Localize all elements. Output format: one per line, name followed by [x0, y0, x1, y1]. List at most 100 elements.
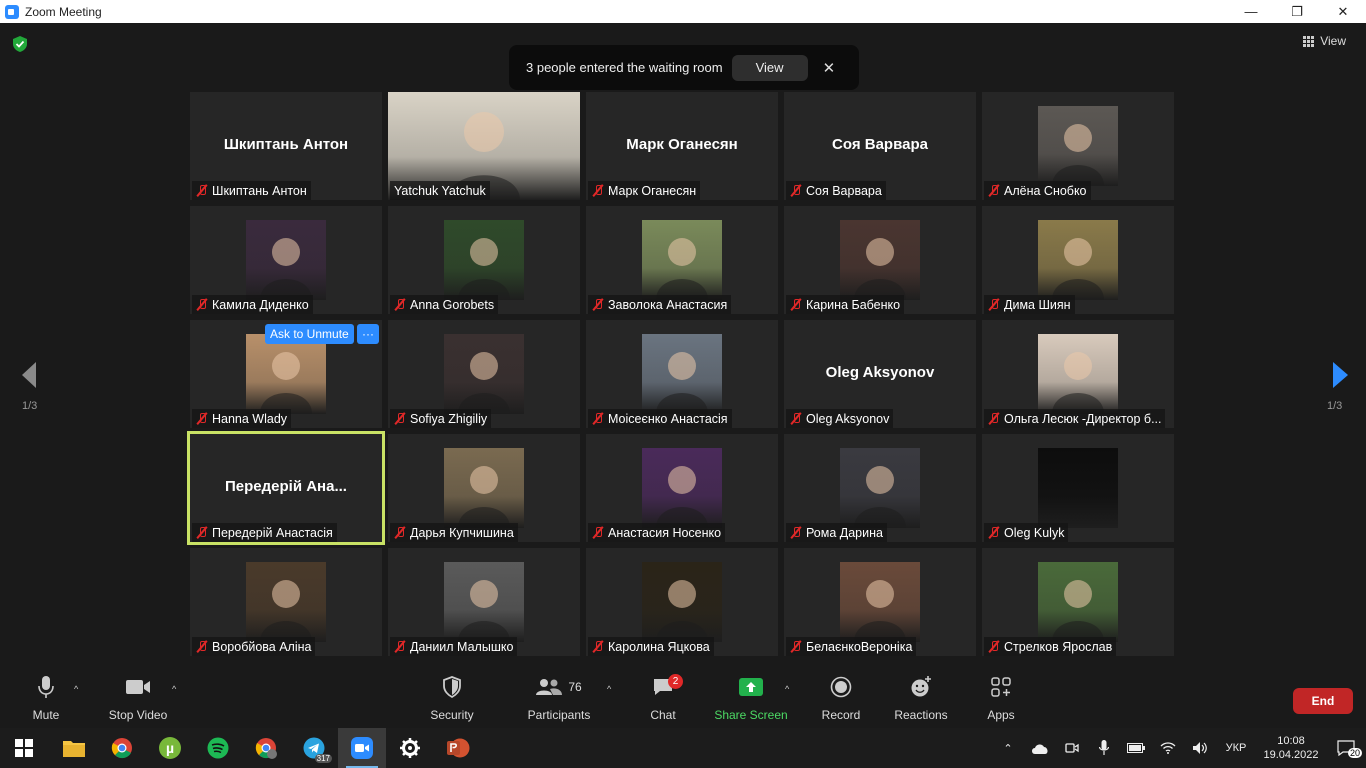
share-options-chevron-icon[interactable]: ^	[785, 684, 789, 694]
person-silhouette-icon	[656, 580, 708, 642]
next-page-arrow-icon[interactable]	[1328, 360, 1352, 390]
participants-label: Participants	[527, 708, 591, 722]
participant-tile[interactable]: Карина Бабенко	[784, 206, 976, 314]
previous-page-arrow-icon[interactable]	[18, 360, 42, 390]
taskbar-settings[interactable]	[386, 728, 434, 768]
participant-tile[interactable]: Ask to Unmute ··· Hanna Wlady	[190, 320, 382, 428]
participant-name-label: Дарья Купчишина	[390, 523, 518, 542]
stop-video-button[interactable]: Stop Video	[106, 672, 170, 728]
show-hidden-icons-chevron-icon[interactable]: ⌃	[992, 742, 1024, 755]
end-meeting-button[interactable]: End	[1293, 688, 1353, 714]
participant-tile[interactable]: Соя Варвара Соя Варвара	[784, 92, 976, 200]
participant-tile[interactable]: Anna Gorobets	[388, 206, 580, 314]
participant-name: Oleg Aksyonov	[806, 411, 890, 426]
taskbar-clock[interactable]: 10:08 19.04.2022	[1256, 734, 1326, 762]
notification-view-button[interactable]: View	[731, 54, 808, 81]
participant-tile[interactable]: Анастасия Носенко	[586, 434, 778, 542]
security-button[interactable]: Security	[428, 672, 476, 728]
apps-button[interactable]: Apps	[984, 672, 1018, 728]
taskbar-file-explorer[interactable]	[50, 728, 98, 768]
participant-tile[interactable]: Воробйова Аліна	[190, 548, 382, 656]
folder-icon	[63, 741, 85, 757]
muted-microphone-icon	[394, 640, 406, 653]
mute-button[interactable]: Mute	[28, 672, 64, 728]
participants-button[interactable]: 76 Participants	[526, 672, 592, 728]
participant-tile[interactable]: Передерій Ана... Передерій Анастасія	[187, 431, 385, 545]
participant-tile[interactable]: Каролина Яцкова	[586, 548, 778, 656]
participants-options-chevron-icon[interactable]: ^	[607, 684, 611, 694]
close-button[interactable]: ✕	[1320, 0, 1366, 23]
more-options-button[interactable]: ···	[357, 324, 379, 344]
participant-video	[642, 334, 722, 414]
record-button[interactable]: Record	[820, 672, 862, 728]
participant-tile[interactable]: Камила Диденко	[190, 206, 382, 314]
muted-microphone-icon	[196, 526, 208, 539]
person-silhouette-icon	[1052, 124, 1104, 186]
participant-name: Заволока Анастасия	[608, 297, 728, 312]
encryption-shield-icon[interactable]	[11, 35, 29, 53]
participant-name: Дарья Купчишина	[410, 525, 514, 540]
muted-microphone-icon	[790, 298, 802, 311]
wifi-icon[interactable]	[1152, 742, 1184, 754]
zoom-app-icon	[351, 737, 373, 759]
microphone-in-use-icon[interactable]	[1088, 740, 1120, 756]
participant-tile[interactable]: Дима Шиян	[982, 206, 1174, 314]
participant-tile[interactable]: Oleg Aksyonov Oleg Aksyonov	[784, 320, 976, 428]
participant-tile[interactable]: Моісеєнко Анастасія	[586, 320, 778, 428]
taskbar-powerpoint[interactable]	[434, 728, 482, 768]
participant-video	[444, 448, 524, 528]
participant-video	[1038, 106, 1118, 186]
taskbar-zoom[interactable]	[338, 728, 386, 768]
participant-tile[interactable]: Ольга Лесюк -Директор б...	[982, 320, 1174, 428]
person-silhouette-icon	[854, 238, 906, 300]
participant-tile[interactable]: Sofiya Zhigiliy	[388, 320, 580, 428]
participant-tile[interactable]: Стрелков Ярослав	[982, 548, 1174, 656]
notification-center-icon[interactable]: 20	[1326, 740, 1366, 758]
battery-icon[interactable]	[1120, 743, 1152, 753]
participant-name-label: Карина Бабенко	[786, 295, 905, 314]
taskbar-spotify[interactable]	[194, 728, 242, 768]
participant-name-label: Марк Оганесян	[588, 181, 701, 200]
windows-taskbar: µ 317 ⌃ УКР 10:08 19.04.2022 20	[0, 728, 1366, 768]
ask-to-unmute-button[interactable]: Ask to Unmute	[265, 324, 354, 344]
taskbar-telegram[interactable]: 317	[290, 728, 338, 768]
onedrive-cloud-icon[interactable]	[1024, 743, 1056, 754]
person-silhouette-icon	[458, 352, 510, 414]
participant-video	[444, 562, 524, 642]
taskbar-utorrent[interactable]: µ	[146, 728, 194, 768]
taskbar-chrome-profile[interactable]	[242, 728, 290, 768]
participant-tile[interactable]: Марк Оганесян Марк Оганесян	[586, 92, 778, 200]
participant-tile[interactable]: Шкиптань Антон Шкиптань Антон	[190, 92, 382, 200]
chat-button[interactable]: 2 Chat	[646, 672, 683, 728]
input-language[interactable]: УКР	[1216, 742, 1256, 754]
chat-label: Chat	[650, 708, 676, 722]
participant-tile[interactable]: Заволока Анастасия	[586, 206, 778, 314]
page-indicator-left: 1/3	[22, 400, 38, 412]
view-button[interactable]: View	[1303, 34, 1346, 48]
muted-microphone-icon	[988, 640, 1000, 653]
participant-tile[interactable]: Даниил Малышко	[388, 548, 580, 656]
participant-tile[interactable]: БелаєнкоВероніка	[784, 548, 976, 656]
participant-name: Передерій Анастасія	[212, 525, 333, 540]
person-silhouette-icon	[656, 238, 708, 300]
video-options-chevron-icon[interactable]: ^	[172, 684, 176, 694]
start-button[interactable]	[0, 728, 48, 768]
reactions-button[interactable]: Reactions	[893, 672, 949, 728]
taskbar-chrome[interactable]	[98, 728, 146, 768]
participant-tile[interactable]: Oleg Kulyk	[982, 434, 1174, 542]
meet-now-icon[interactable]	[1056, 741, 1088, 755]
audio-options-chevron-icon[interactable]: ^	[74, 684, 78, 694]
person-silhouette-icon	[260, 580, 312, 642]
mute-label: Mute	[32, 708, 60, 722]
restore-button[interactable]: ❐	[1274, 0, 1320, 23]
participant-tile[interactable]: Рома Дарина	[784, 434, 976, 542]
participant-name: Каролина Яцкова	[608, 639, 710, 654]
notification-close-icon[interactable]: ✕	[823, 59, 836, 77]
participant-tile[interactable]: Yatchuk Yatchuk	[388, 92, 580, 200]
share-screen-button[interactable]: Share Screen	[714, 672, 788, 728]
apps-icon	[991, 677, 1011, 697]
participant-tile[interactable]: Алёна Снобко	[982, 92, 1174, 200]
minimize-button[interactable]: —	[1228, 0, 1274, 23]
participant-tile[interactable]: Дарья Купчишина	[388, 434, 580, 542]
volume-icon[interactable]	[1184, 741, 1216, 755]
